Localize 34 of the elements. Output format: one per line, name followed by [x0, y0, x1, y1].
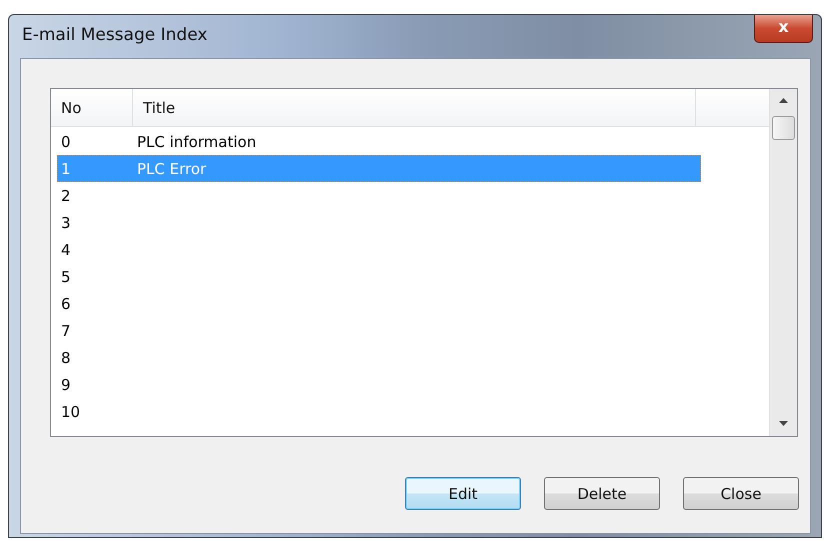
- number-cell-text: 9: [60, 376, 72, 394]
- list-row[interactable]: 2: [57, 182, 701, 209]
- number-cell-text: 0: [60, 132, 72, 150]
- column-header[interactable]: No: [51, 89, 133, 126]
- column-header[interactable]: Title: [133, 89, 696, 126]
- scrollbar[interactable]: [769, 89, 797, 436]
- number-cell-text: 4: [60, 240, 72, 258]
- number-cell-text: 3: [60, 214, 72, 232]
- number-cell-text: 1: [60, 160, 72, 178]
- window-close-button[interactable]: x: [754, 15, 813, 43]
- list-row[interactable]: 5: [57, 263, 701, 290]
- number-cell-text: 10: [60, 402, 82, 420]
- dialog-button[interactable]: Delete: [544, 477, 660, 510]
- window-title: E-mail Message Index: [22, 25, 208, 45]
- number-cell-text: 5: [60, 268, 72, 286]
- number-cell-text: 6: [60, 294, 72, 312]
- title-cell-text: PLC Error: [136, 160, 206, 178]
- scroll-thumb[interactable]: [772, 116, 795, 140]
- list-row[interactable]: 4: [57, 236, 701, 263]
- list-row[interactable]: 3: [57, 209, 701, 236]
- list-row[interactable]: 9: [57, 371, 701, 398]
- number-cell-text: 8: [60, 348, 72, 366]
- list-row[interactable]: 10: [57, 398, 701, 425]
- scroll-up-icon[interactable]: [779, 98, 788, 103]
- scroll-down-icon[interactable]: [779, 421, 788, 426]
- list-row[interactable]: 0 PLC information: [57, 128, 701, 155]
- number-cell-text: 7: [60, 322, 72, 340]
- list-row[interactable]: 8: [57, 344, 701, 371]
- number-cell-text: 2: [60, 186, 72, 204]
- title-cell-text: PLC information: [136, 132, 256, 150]
- list-row[interactable]: 6: [57, 290, 701, 317]
- dialog-button[interactable]: Close: [683, 477, 799, 510]
- list-row[interactable]: 7: [57, 317, 701, 344]
- dialog-button[interactable]: Edit: [405, 477, 521, 510]
